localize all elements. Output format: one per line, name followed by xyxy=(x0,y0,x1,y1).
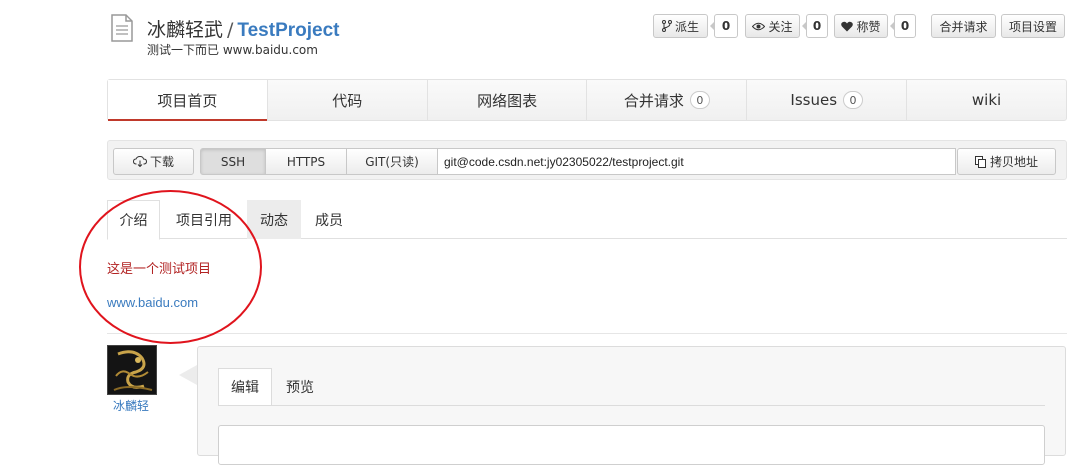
watch-button[interactable]: 关注 xyxy=(745,14,800,38)
git-readonly-option[interactable]: GIT(只读) xyxy=(346,148,438,175)
nav-tab-issues[interactable]: Issues 0 xyxy=(747,80,908,120)
repo-title: 冰麟轻武 / TestProject xyxy=(147,15,340,42)
tab-edit[interactable]: 编辑 xyxy=(218,368,272,406)
nav-tab-merge-requests[interactable]: 合并请求 0 xyxy=(587,80,748,120)
ssh-option[interactable]: SSH xyxy=(200,148,266,175)
copy-url-label: 拷贝地址 xyxy=(989,155,1038,169)
merge-request-label: 合并请求 xyxy=(939,19,988,34)
download-button[interactable]: 下载 xyxy=(113,148,194,175)
annotation-circle xyxy=(79,190,262,344)
repo-description: 测试一下而已 www.baidu.com xyxy=(147,43,318,57)
tab-preview[interactable]: 预览 xyxy=(274,368,326,406)
repo-icon xyxy=(110,14,134,42)
like-label: 称赞 xyxy=(856,19,881,34)
nav-tab-code-label: 代码 xyxy=(332,91,363,110)
clone-bar: 下载 SSH HTTPS GIT(只读) git@code.csdn.net:j… xyxy=(107,140,1067,180)
watch-count[interactable]: 0 xyxy=(802,14,828,38)
project-nav: 项目首页 代码 网络图表 合并请求 0 Issues 0 wiki xyxy=(107,79,1067,121)
repo-project-link[interactable]: TestProject xyxy=(237,20,339,41)
copy-icon xyxy=(974,155,986,168)
nav-tab-wiki-label: wiki xyxy=(971,91,1002,109)
fork-label: 派生 xyxy=(674,19,699,34)
like-button[interactable]: 称赞 xyxy=(834,14,888,38)
download-label: 下载 xyxy=(149,155,174,169)
nav-tab-code[interactable]: 代码 xyxy=(268,80,428,120)
comment-box: 编辑 预览 xyxy=(197,346,1066,465)
nav-tab-merge-label: 合并请求 xyxy=(623,91,684,110)
nav-tab-wiki[interactable]: wiki xyxy=(907,80,1066,120)
section-divider xyxy=(107,333,1067,334)
nav-tab-graph[interactable]: 网络图表 xyxy=(428,80,588,120)
nav-tab-graph-label: 网络图表 xyxy=(477,91,538,110)
https-option[interactable]: HTTPS xyxy=(265,148,347,175)
comment-pointer xyxy=(179,365,197,385)
project-settings-label: 项目设置 xyxy=(1008,19,1057,34)
repo-owner-link[interactable]: 冰麟轻武 xyxy=(147,19,223,41)
tab-activity[interactable]: 动态 xyxy=(247,200,301,239)
avatar[interactable] xyxy=(107,345,157,395)
watch-label: 关注 xyxy=(768,19,793,34)
title-separator: / xyxy=(227,19,234,41)
nav-tab-issues-label: Issues xyxy=(790,91,838,109)
comment-editor[interactable] xyxy=(218,425,1045,465)
clone-url-field[interactable]: git@code.csdn.net:jy02305022/testproject… xyxy=(437,148,956,175)
merge-request-button[interactable]: 合并请求 xyxy=(931,14,996,38)
clone-url-text: git@code.csdn.net:jy02305022/testproject… xyxy=(444,154,684,169)
copy-url-button[interactable]: 拷贝地址 xyxy=(957,148,1056,175)
eye-icon xyxy=(752,22,766,30)
merge-count-badge: 0 xyxy=(689,91,710,109)
cloud-download-icon xyxy=(132,156,147,167)
comment-tab-divider xyxy=(218,405,1045,406)
project-settings-button[interactable]: 项目设置 xyxy=(1001,14,1065,38)
fork-icon xyxy=(661,20,672,32)
avatar-username[interactable]: 冰麟轻 xyxy=(113,397,149,414)
heart-icon xyxy=(841,21,854,31)
fork-button[interactable]: 派生 xyxy=(653,14,708,38)
like-count[interactable]: 0 xyxy=(890,14,916,38)
tab-members[interactable]: 成员 xyxy=(305,200,353,239)
nav-tab-home-label: 项目首页 xyxy=(157,91,218,110)
fork-count[interactable]: 0 xyxy=(710,14,738,38)
nav-tab-home[interactable]: 项目首页 xyxy=(108,80,268,121)
issues-count-badge: 0 xyxy=(843,91,864,109)
